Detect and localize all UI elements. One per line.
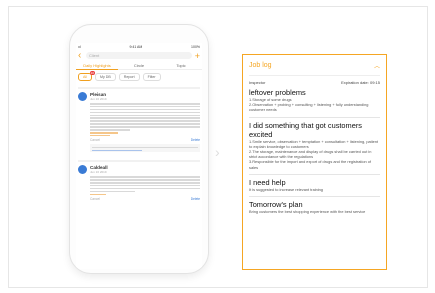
chip-all[interactable]: All 10 <box>78 71 95 81</box>
status-bar: ııl 9:41 AM 100% <box>76 43 202 50</box>
log-section-help: I need help It is suggested to increase … <box>249 175 380 198</box>
post-text <box>78 176 200 196</box>
search-input[interactable]: Client <box>86 52 192 59</box>
chip-report[interactable]: Report <box>118 73 140 81</box>
log-section-excited: I did something that got customers excit… <box>249 118 380 175</box>
phone-mockup: ııl 9:41 AM 100% ‹ Client + Daily Highli… <box>69 24 209 274</box>
add-icon[interactable]: + <box>192 51 200 61</box>
chip-my-db[interactable]: My DB <box>95 73 116 81</box>
chip-all-label: All <box>83 75 87 79</box>
tab-bar: Daily Highlights Circle Topic <box>76 62 202 70</box>
chip-filter[interactable]: Filter <box>142 73 161 81</box>
signal-indicator: ııl <box>78 44 81 49</box>
post-card[interactable]: Caldeall Jun 16 2019 Cancel Delete <box>78 160 200 201</box>
post-actions: Cancel Delete <box>90 197 200 201</box>
section-heading: I did something that got customers excit… <box>249 120 362 139</box>
log-section-plan: Tomorrow's plan Bring customers the best… <box>249 197 380 218</box>
section-heading: leftover problems <box>249 88 306 97</box>
job-log-title: Job log <box>249 62 272 69</box>
log-section-leftover: leftover problems 1.Storage of some drug… <box>249 85 380 118</box>
section-body: Bring customers the best shopping experi… <box>249 209 366 215</box>
top-nav: ‹ Client + <box>76 50 202 61</box>
section-heading: I need help <box>249 177 286 187</box>
tab-circle[interactable]: Circle <box>118 62 160 70</box>
showcase-frame: ııl 9:41 AM 100% ‹ Client + Daily Highli… <box>8 6 428 288</box>
post-date: Jun 16 2019 <box>90 97 107 101</box>
phone-screen: ııl 9:41 AM 100% ‹ Client + Daily Highli… <box>76 43 202 269</box>
expiration-date: Expiration date: 09:15 <box>341 80 380 85</box>
post-card[interactable]: Pleisan Jun 16 2019 Cancel Delete <box>78 87 200 153</box>
post-actions: Cancel Delete <box>90 138 200 142</box>
section-body: 1.Storage of some drugs 2.Observation + … <box>249 97 369 113</box>
filter-chips: All 10 My DB Report Filter <box>76 70 202 84</box>
back-chevron-icon[interactable]: ‹ <box>78 50 86 61</box>
section-heading: Tomorrow's plan <box>249 200 303 210</box>
post-text <box>78 103 200 137</box>
comment-action[interactable]: Cancel <box>90 138 100 142</box>
avatar <box>78 165 87 175</box>
section-body: It is suggested to increase relevant tra… <box>249 186 323 192</box>
tab-daily-highlights[interactable]: Daily Highlights <box>76 62 118 70</box>
comment-box <box>90 144 200 153</box>
chevron-right-icon: › <box>215 144 220 160</box>
battery-indicator: 100% <box>191 44 200 49</box>
delete-action[interactable]: Delete <box>191 138 200 142</box>
chevron-up-icon[interactable]: ︿ <box>374 61 380 70</box>
avatar <box>78 92 87 101</box>
post-date: Jun 16 2019 <box>90 170 107 175</box>
comment-action[interactable]: Cancel <box>90 197 100 201</box>
delete-action[interactable]: Delete <box>191 197 200 201</box>
section-body: 1.Smile service, observation + temptatio… <box>249 138 379 170</box>
inspector-label: Inspector <box>249 80 266 85</box>
job-log-panel: Job log ︿ Inspector Expiration date: 09:… <box>242 54 387 270</box>
status-time: 9:41 AM <box>129 44 143 49</box>
job-log-header[interactable]: Job log ︿ <box>249 60 380 76</box>
tab-topic[interactable]: Topic <box>160 62 202 70</box>
